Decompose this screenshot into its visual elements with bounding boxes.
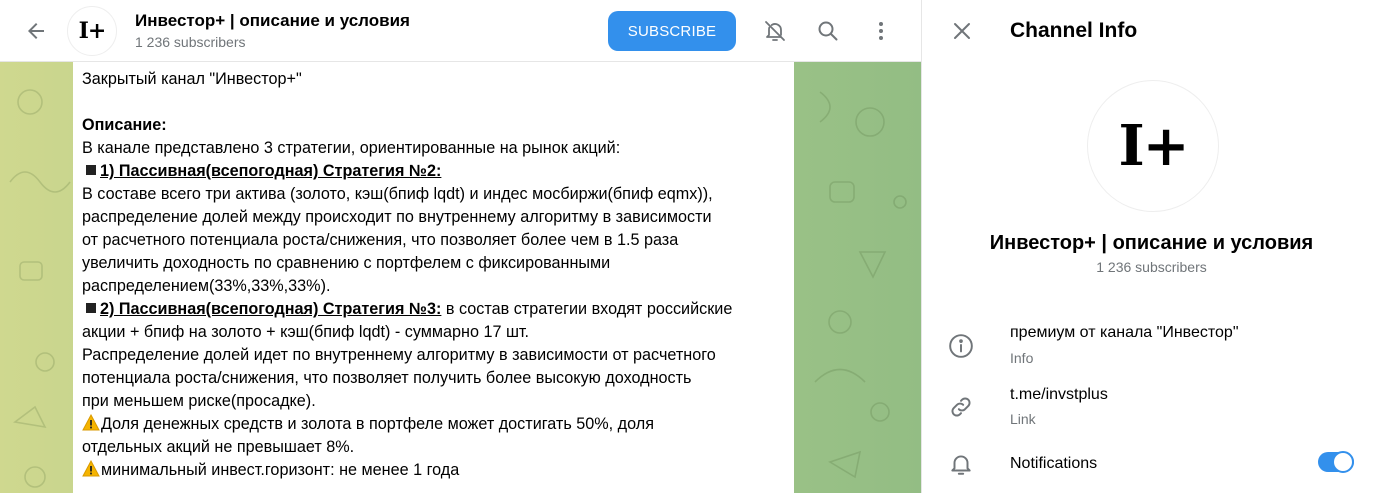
panel-title: Channel Info xyxy=(1010,19,1138,42)
message-line: при меньшем риске(просадке). xyxy=(82,392,316,410)
message-line: Закрытый канал "Инвестор+" xyxy=(82,70,302,88)
message-line xyxy=(82,91,784,114)
square-bullet-icon xyxy=(86,165,96,175)
bell-off-icon xyxy=(765,21,785,41)
more-options-button[interactable] xyxy=(861,11,901,51)
notifications-toggle[interactable] xyxy=(1318,451,1354,473)
info-row-icon xyxy=(946,331,976,361)
mute-button[interactable] xyxy=(755,11,795,51)
chat-panel: I+ Инвестор+ | описание и условия 1 236 … xyxy=(0,0,921,493)
subscriber-count: 1 236 subscribers xyxy=(135,34,246,50)
warning-icon xyxy=(82,460,100,477)
more-vertical-icon xyxy=(879,22,883,40)
pinned-description-message: Закрытый канал "Инвестор+" Описание: В к… xyxy=(73,62,794,493)
channel-name: Инвестор+ | описание и условия xyxy=(989,232,1314,254)
search-button[interactable] xyxy=(808,11,848,51)
message-line: распределение долей между происходит по … xyxy=(82,208,712,226)
back-button[interactable] xyxy=(16,11,56,51)
description-label: Info xyxy=(1010,350,1034,366)
bell-icon xyxy=(951,455,971,475)
message-line: отдельных акций не превышает 8%. xyxy=(82,438,355,456)
channel-avatar[interactable]: I+ xyxy=(67,6,117,56)
toggle-knob xyxy=(1332,451,1354,473)
channel-link[interactable]: t.me/invstplus xyxy=(1010,386,1108,404)
message-line: В составе всего три актива (золото, кэш(… xyxy=(82,185,713,203)
close-button[interactable] xyxy=(942,11,982,51)
message-line: В канале представлено 3 стратегии, ориен… xyxy=(82,139,621,157)
search-icon xyxy=(818,21,838,41)
message-line: 2) Пассивная(всепогодная) Стратегия №3: … xyxy=(82,298,784,321)
channel-description[interactable]: премиум от канала "Инвестор" xyxy=(1010,324,1239,342)
link-icon xyxy=(951,397,971,417)
link-label: Link xyxy=(1010,411,1036,427)
notifications-label: Notifications xyxy=(1010,455,1098,472)
notifications-row-icon xyxy=(946,449,976,479)
message-line: увеличить доходность по сравнению с порт… xyxy=(82,254,611,272)
message-line: 1) Пассивная(всепогодная) Стратегия №2: xyxy=(82,160,784,183)
back-arrow-icon xyxy=(28,23,44,39)
message-line: акции + бпиф на золото + кэш(бпиф lqdt) … xyxy=(82,323,530,341)
channel-avatar-large[interactable]: I+ xyxy=(1087,80,1219,212)
message-line: Распределение долей идет по внутреннему … xyxy=(82,346,716,364)
square-bullet-icon xyxy=(86,303,96,313)
link-row-icon xyxy=(946,392,976,422)
message-line: Описание: xyxy=(82,116,167,134)
channel-title[interactable]: Инвестор+ | описание и условия xyxy=(135,11,410,31)
message-line: Доля денежных средств и золота в портфел… xyxy=(82,413,784,436)
warning-icon xyxy=(82,414,100,431)
channel-info-panel: Channel Info I+ Инвестор+ | описание и у… xyxy=(921,0,1380,493)
close-icon xyxy=(954,23,970,39)
chat-header: I+ Инвестор+ | описание и условия 1 236 … xyxy=(0,0,921,62)
channel-subscriber-count: 1 236 subscribers xyxy=(1096,259,1207,275)
info-icon xyxy=(949,334,973,358)
message-line: от расчетного потенциала роста/снижения,… xyxy=(82,231,679,249)
message-line: распределением(33%,33%,33%). xyxy=(82,277,331,295)
subscribe-button[interactable]: SUBSCRIBE xyxy=(608,11,736,51)
message-line: минимальный инвест.горизонт: не менее 1 … xyxy=(82,459,784,482)
message-line: потенциала роста/снижения, что позволяет… xyxy=(82,369,692,387)
